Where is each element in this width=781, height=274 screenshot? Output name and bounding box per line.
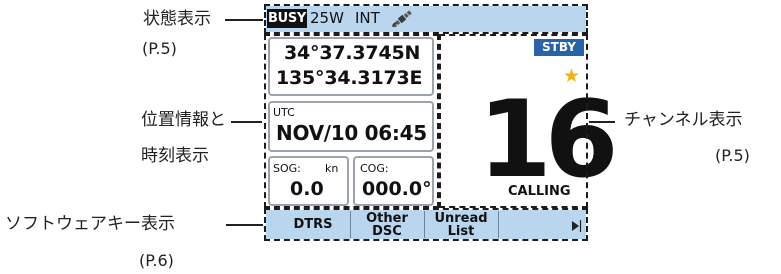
status-highlight-box [264, 4, 588, 34]
softkeys-callout-label: ソフトウェアキー表示 [5, 214, 175, 234]
status-callout-label: 状態表示 [143, 9, 211, 29]
status-callout-leader [225, 19, 263, 21]
softkeys-callout-leader [226, 224, 263, 226]
status-callout-ref: (P.5) [142, 39, 177, 58]
position-time-highlight-box [264, 34, 439, 208]
position-time-callout-leader [231, 121, 262, 123]
channel-highlight-box [439, 34, 588, 208]
position-time-callout-line1: 位置情報と [141, 110, 226, 130]
channel-callout-ref: (P.5) [715, 146, 750, 165]
position-time-callout-line2: 時刻表示 [141, 146, 209, 166]
softkeys-callout-ref: (P.6) [139, 251, 174, 270]
channel-callout-label: チャンネル表示 [624, 110, 743, 130]
softkeys-highlight-box [264, 208, 588, 241]
